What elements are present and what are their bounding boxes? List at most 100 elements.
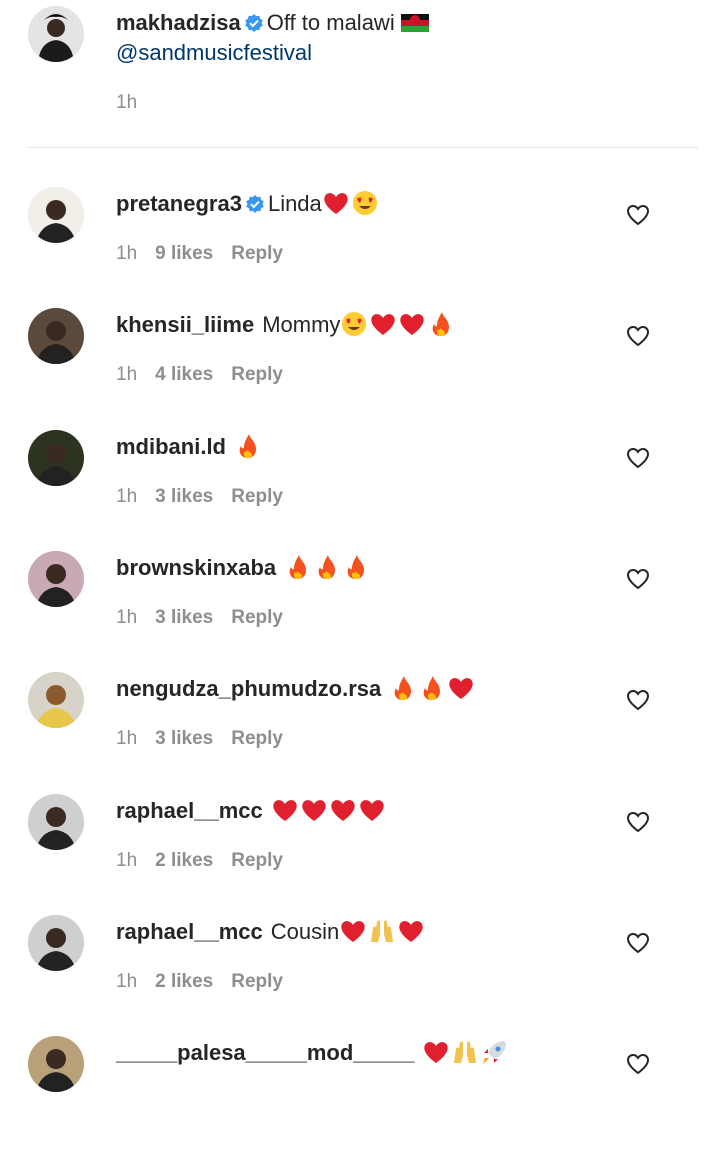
- commenter-avatar[interactable]: [28, 550, 84, 607]
- commenter-username[interactable]: _____palesa_____mod_____: [116, 1040, 414, 1065]
- commenter-username[interactable]: mdibani.ld: [116, 434, 226, 459]
- comment-text: brownskinxaba: [116, 553, 371, 583]
- mention-link[interactable]: @sandmusicfestival: [116, 38, 676, 68]
- comment-text: _____palesa_____mod_____: [116, 1038, 509, 1068]
- like-comment-heart-icon[interactable]: [626, 688, 650, 712]
- commenter-avatar[interactable]: [28, 1036, 84, 1093]
- comment-meta: 1h 2 likes Reply: [116, 850, 301, 872]
- verified-badge-icon: [246, 195, 264, 213]
- post-author-username[interactable]: makhadzisa: [116, 10, 241, 35]
- comment-time: 1h: [116, 485, 138, 507]
- comment-text: raphael__mcc Cousin: [116, 917, 426, 947]
- rocket-emoji-icon: [480, 1039, 508, 1065]
- reply-button[interactable]: Reply: [231, 486, 283, 507]
- fire-emoji-icon: [418, 675, 446, 701]
- comment-row: nengudza_phumudzo.rsa 1h 3 likes Reply: [0, 672, 720, 793]
- comment-likes[interactable]: 4 likes: [155, 364, 213, 385]
- like-comment-heart-icon[interactable]: [626, 203, 650, 227]
- heart-emoji-icon: [300, 797, 328, 823]
- caption-text: makhadzisa Off to malawi @sandmusicfestiv…: [116, 8, 676, 68]
- fire-emoji-icon: [313, 554, 341, 580]
- comment-meta: 1h 2 likes Reply: [116, 971, 301, 993]
- comment-likes[interactable]: 2 likes: [155, 971, 213, 992]
- comment-body: Cousin: [270, 918, 340, 944]
- comment-text: nengudza_phumudzo.rsa: [116, 674, 476, 704]
- fire-emoji-icon: [342, 554, 370, 580]
- comment-likes[interactable]: 3 likes: [155, 728, 213, 749]
- comment-row: pretanegra3 Linda 1h 9 likes Reply: [0, 187, 720, 308]
- fire-emoji-icon: [427, 311, 455, 337]
- comment-time: 1h: [116, 970, 138, 992]
- comment-meta: 1h 3 likes Reply: [116, 486, 301, 508]
- reply-button[interactable]: Reply: [231, 728, 283, 749]
- post-author-avatar[interactable]: [28, 6, 84, 62]
- commenter-avatar[interactable]: [28, 429, 84, 486]
- comment-likes[interactable]: 2 likes: [155, 850, 213, 871]
- commenter-avatar[interactable]: [28, 187, 84, 243]
- comment-text: raphael__mcc: [116, 796, 387, 826]
- reply-button[interactable]: Reply: [231, 607, 283, 628]
- like-comment-heart-icon[interactable]: [626, 446, 650, 470]
- heart-emoji-icon: [329, 797, 357, 823]
- comment-row: raphael__mcc 1h 2 likes Reply: [0, 793, 720, 915]
- comment-likes[interactable]: 9 likes: [155, 243, 213, 264]
- comment-meta: 1h 9 likes Reply: [116, 243, 301, 265]
- comment-time: 1h: [116, 606, 138, 628]
- comment-meta: 1h 4 likes Reply: [116, 364, 301, 386]
- malawi-flag-icon: [400, 14, 429, 32]
- comment-text: khensii_liime Mommy: [116, 310, 456, 340]
- verified-badge-icon: [244, 14, 263, 32]
- comment-body: Linda: [267, 191, 322, 216]
- reply-button[interactable]: Reply: [231, 971, 283, 992]
- fire-emoji-icon: [234, 433, 262, 459]
- divider: [28, 147, 698, 148]
- caption-body: Off to malawi: [266, 10, 395, 35]
- like-comment-heart-icon[interactable]: [626, 1052, 650, 1076]
- heart-emoji-icon: [358, 797, 386, 823]
- heart-eyes-emoji-icon: [351, 190, 379, 216]
- post-caption: makhadzisa Off to malawi @sandmusicfestiv…: [0, 0, 720, 148]
- commenter-avatar[interactable]: [28, 308, 84, 365]
- comment-body: Mommy: [262, 312, 341, 338]
- commenter-username[interactable]: pretanegra3: [116, 191, 242, 216]
- comment-row: mdibani.ld 1h 3 likes Reply: [0, 429, 720, 551]
- comment-row: _____palesa_____mod_____: [0, 1036, 720, 1157]
- fire-emoji-icon: [389, 675, 417, 701]
- commenter-username[interactable]: raphael__mcc: [116, 798, 263, 823]
- heart-emoji-icon: [398, 311, 426, 337]
- like-comment-heart-icon[interactable]: [626, 931, 650, 955]
- commenter-username[interactable]: khensii_liime: [116, 312, 254, 337]
- comment-text: pretanegra3 Linda: [116, 189, 380, 219]
- heart-emoji-icon: [322, 190, 350, 216]
- comment-time: 1h: [116, 728, 138, 750]
- comment-time: 1h: [116, 364, 138, 386]
- heart-emoji-icon: [369, 311, 397, 337]
- heart-emoji-icon: [397, 918, 425, 944]
- like-comment-heart-icon[interactable]: [626, 324, 650, 348]
- raised-hands-emoji-icon: [368, 918, 396, 944]
- fire-emoji-icon: [284, 554, 312, 580]
- comment-likes[interactable]: 3 likes: [155, 607, 213, 628]
- reply-button[interactable]: Reply: [231, 364, 283, 385]
- heart-eyes-emoji-icon: [340, 311, 368, 337]
- heart-emoji-icon: [271, 797, 299, 823]
- commenter-avatar[interactable]: [28, 672, 84, 729]
- comment-time: 1h: [116, 849, 138, 871]
- commenter-username[interactable]: nengudza_phumudzo.rsa: [116, 676, 381, 701]
- post-time: 1h: [116, 92, 138, 113]
- commenter-avatar[interactable]: [28, 914, 84, 971]
- like-comment-heart-icon[interactable]: [626, 567, 650, 591]
- commenter-avatar[interactable]: [28, 793, 84, 850]
- comment-meta: 1h 3 likes Reply: [116, 607, 301, 629]
- like-comment-heart-icon[interactable]: [626, 810, 650, 834]
- heart-emoji-icon: [447, 675, 475, 701]
- reply-button[interactable]: Reply: [231, 243, 283, 264]
- reply-button[interactable]: Reply: [231, 850, 283, 871]
- comment-text: mdibani.ld: [116, 432, 263, 462]
- comment-likes[interactable]: 3 likes: [155, 486, 213, 507]
- commenter-username[interactable]: brownskinxaba: [116, 555, 276, 580]
- commenter-username[interactable]: raphael__mcc: [116, 919, 263, 944]
- comment-row: raphael__mcc Cousin 1h 2 likes Reply: [0, 914, 720, 1036]
- raised-hands-emoji-icon: [451, 1039, 479, 1065]
- heart-emoji-icon: [422, 1039, 450, 1065]
